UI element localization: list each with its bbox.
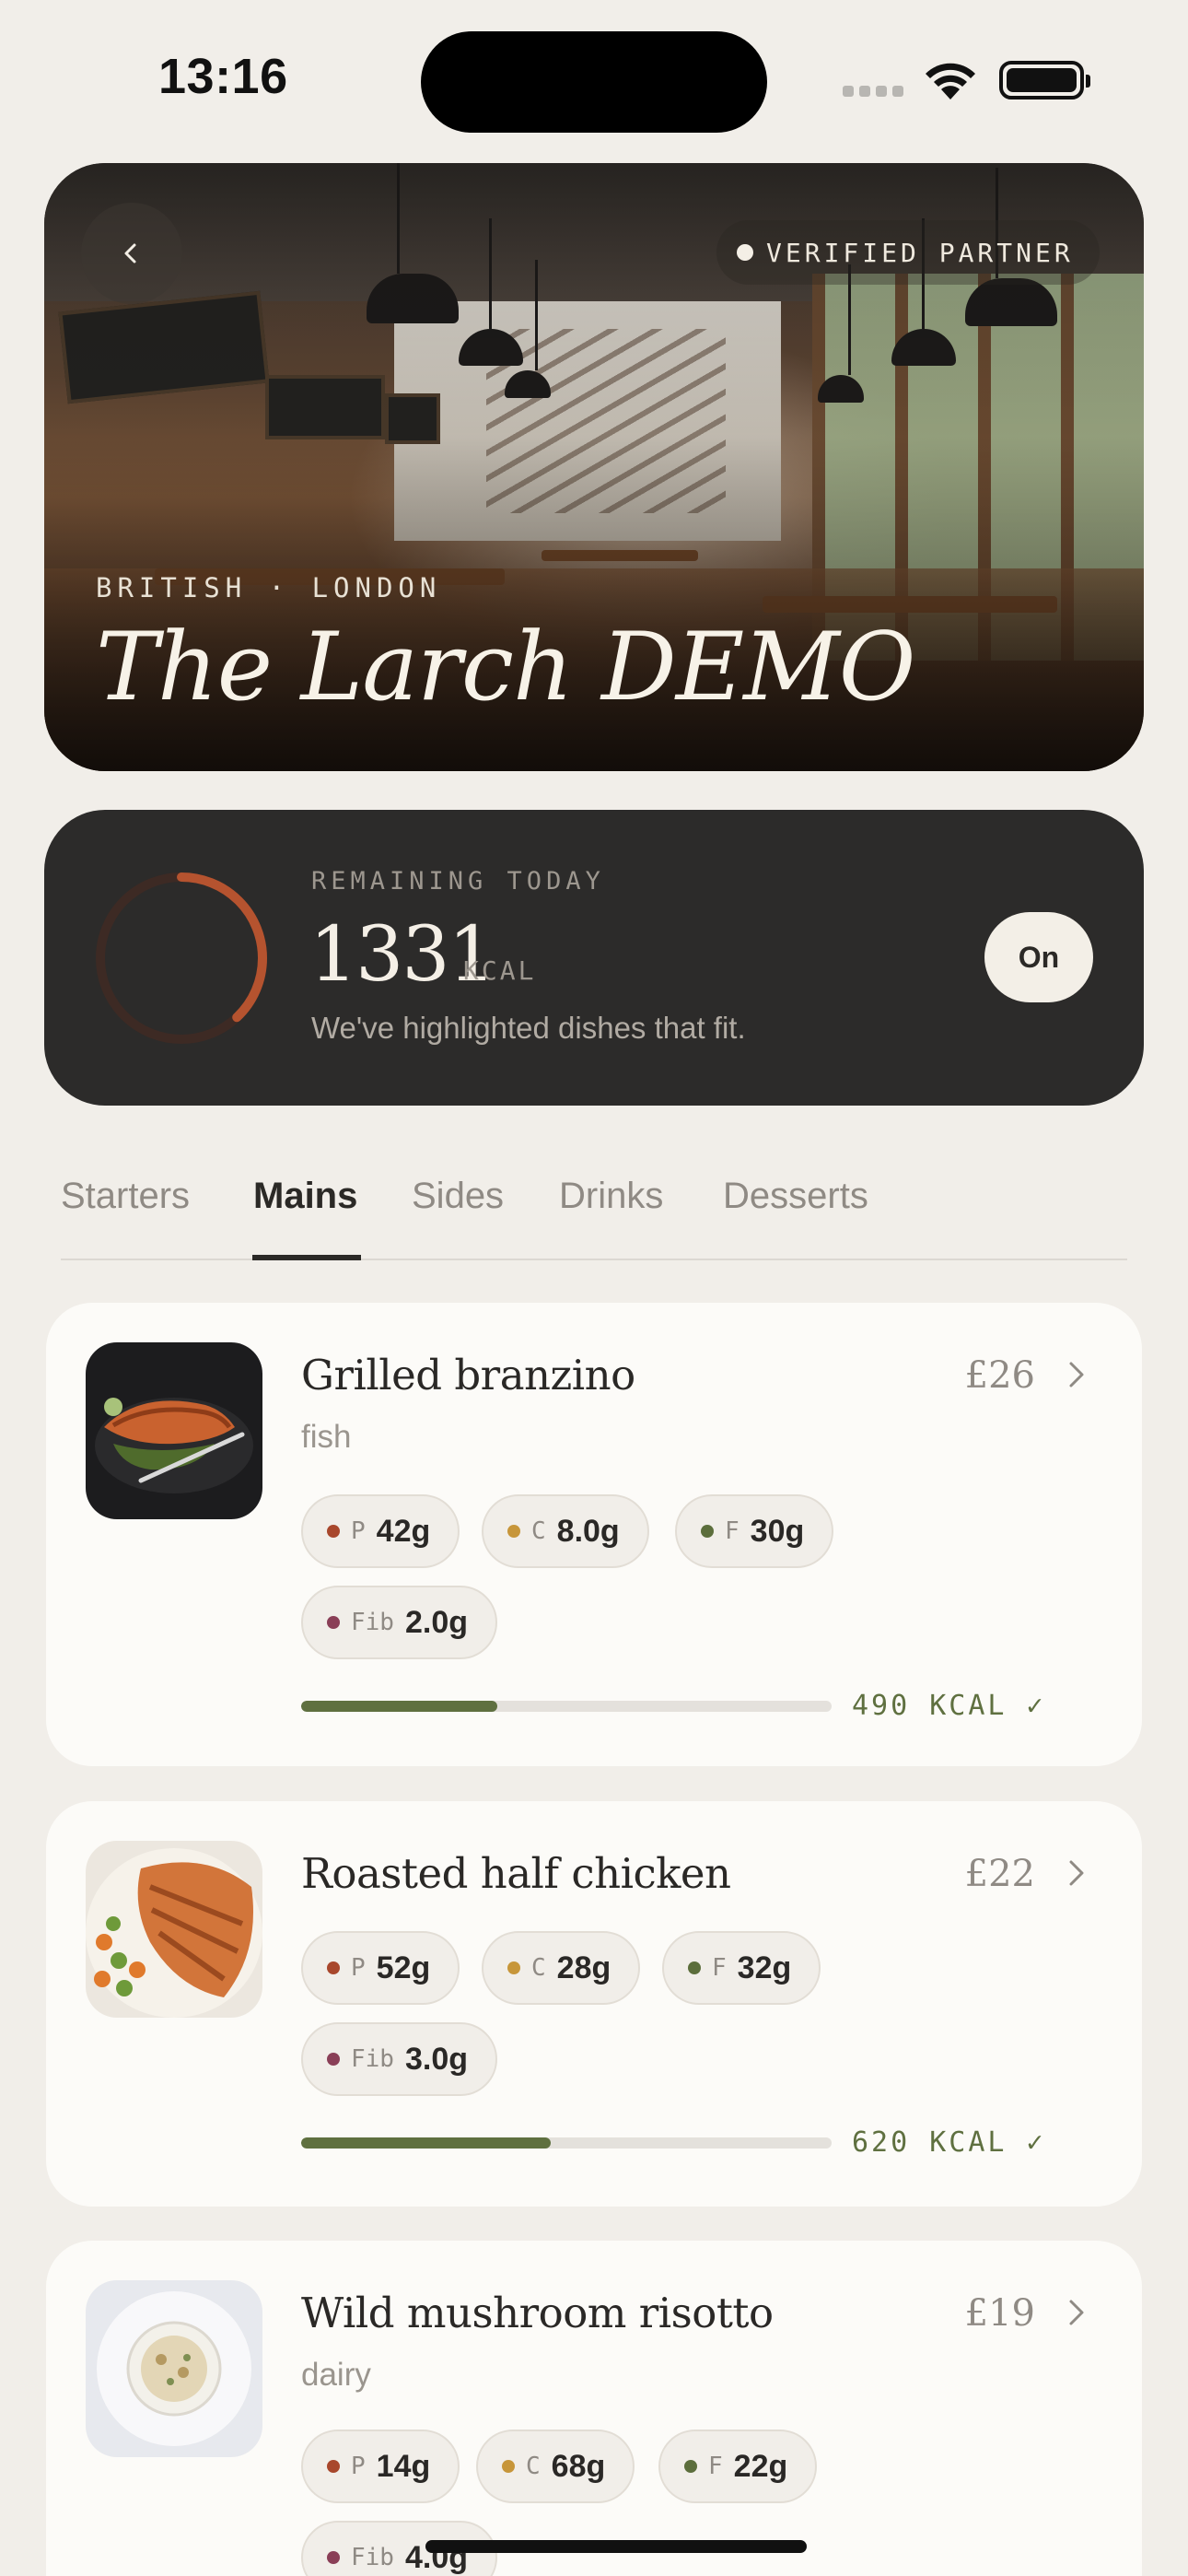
dish-tag: dairy <box>301 2357 371 2393</box>
fiber-dot-icon <box>327 1616 340 1629</box>
remaining-calories-card: REMAINING TODAY 1331 KCAL We've highligh… <box>44 810 1144 1106</box>
kcal-progress-bar <box>301 1701 832 1712</box>
dish-card-grilled-branzino[interactable]: Grilled branzino £26 fish P 42g C 8.0g F… <box>46 1303 1142 1766</box>
chip-value: 42g <box>376 1513 431 1549</box>
battery-icon <box>999 61 1090 100</box>
chip-value: 68g <box>551 2448 606 2484</box>
remaining-note: We've highlighted dishes that fit. <box>311 1011 746 1045</box>
kcal-progress-fill <box>301 1701 498 1712</box>
tab-desserts[interactable]: Desserts <box>723 1176 868 1217</box>
dot-icon <box>737 244 753 261</box>
protein-dot-icon <box>327 1525 340 1538</box>
chip-label: C <box>526 2453 541 2480</box>
carbs-dot-icon <box>507 1525 520 1538</box>
dish-price: £19 <box>964 2292 1035 2335</box>
dish-price: £22 <box>964 1853 1035 1895</box>
active-tab-indicator <box>252 1255 361 1260</box>
cuisine-location: BRITISH · LONDON <box>96 572 442 603</box>
dish-name: Roasted half chicken <box>301 1849 731 1898</box>
chip-value: 3.0g <box>404 2041 469 2077</box>
dynamic-island <box>421 31 767 133</box>
chip-label: Fib <box>351 2544 394 2571</box>
fat-dot-icon <box>701 1525 714 1538</box>
roasted-chicken-plate-icon <box>86 1841 262 2018</box>
fat-chip: F 32g <box>662 1931 821 2005</box>
fiber-chip: Fib 2.0g <box>301 1586 498 1659</box>
chip-value: 28g <box>556 1950 611 1985</box>
protein-chip: P 52g <box>301 1931 460 2005</box>
wifi-icon <box>926 63 975 100</box>
fiber-dot-icon <box>327 2053 340 2066</box>
kcal-progress-bar <box>301 2137 832 2149</box>
chip-label: Fib <box>351 1609 394 1636</box>
highlight-toggle-button[interactable]: On <box>984 912 1093 1002</box>
chip-label: P <box>351 2453 366 2480</box>
chip-label: F <box>725 1517 740 1545</box>
dish-price: £26 <box>964 1354 1035 1397</box>
dish-tag: fish <box>301 1419 352 1455</box>
tab-mains[interactable]: Mains <box>253 1176 357 1217</box>
chip-label: P <box>351 1954 366 1982</box>
chevron-right-icon <box>1069 1860 1084 1886</box>
chip-value: 2.0g <box>404 1604 469 1640</box>
chip-value: 14g <box>376 2448 431 2484</box>
tab-starters[interactable]: Starters <box>61 1176 190 1217</box>
home-indicator[interactable] <box>425 2540 807 2553</box>
calorie-ring <box>96 872 267 1044</box>
chip-label: P <box>351 1517 366 1545</box>
chip-label: C <box>531 1517 546 1545</box>
chip-label: F <box>712 1954 727 1982</box>
chip-value: 52g <box>376 1950 431 1985</box>
fat-dot-icon <box>688 1961 701 1974</box>
restaurant-name: The Larch DEMO <box>96 613 915 722</box>
chevron-left-icon <box>124 243 136 263</box>
tab-drinks[interactable]: Drinks <box>559 1176 663 1217</box>
kcal-label: 620 KCAL ✓ <box>852 2126 1046 2159</box>
kcal-label: 490 KCAL ✓ <box>852 1690 1046 1722</box>
grilled-fish-plate-icon <box>86 1342 262 1519</box>
carbs-dot-icon <box>502 2460 515 2473</box>
chip-value: 8.0g <box>556 1513 620 1549</box>
chip-value: 30g <box>750 1513 805 1549</box>
fat-chip: F 22g <box>658 2430 818 2503</box>
dish-card-roasted-half-chicken[interactable]: Roasted half chicken £22 P 52g C 28g F 3… <box>46 1801 1142 2207</box>
protein-chip: P 14g <box>301 2430 460 2503</box>
status-time: 13:16 <box>158 49 288 104</box>
fat-dot-icon <box>684 2460 697 2473</box>
carbs-chip: C 8.0g <box>482 1494 649 1568</box>
chip-label: C <box>531 1954 546 1982</box>
verified-partner-badge: VERIFIED PARTNER <box>716 220 1100 285</box>
protein-chip: P 42g <box>301 1494 460 1568</box>
carbs-dot-icon <box>507 1961 520 1974</box>
protein-dot-icon <box>327 2460 340 2473</box>
verified-partner-label: VERIFIED PARTNER <box>766 237 1074 268</box>
carbs-chip: C 68g <box>476 2430 635 2503</box>
chip-value: 22g <box>733 2448 788 2484</box>
chip-label: F <box>708 2453 723 2480</box>
category-tabs: Starters Mains Sides Drinks Desserts <box>61 1152 1127 1260</box>
chevron-right-icon <box>1069 2300 1084 2325</box>
status-bar: 13:16 <box>0 0 1188 157</box>
restaurant-hero: VERIFIED PARTNER BRITISH · LONDON The La… <box>44 163 1144 771</box>
fiber-dot-icon <box>327 2551 340 2564</box>
risotto-bowl-icon <box>86 2280 262 2457</box>
dish-name: Wild mushroom risotto <box>301 2289 774 2337</box>
carbs-chip: C 28g <box>482 1931 641 2005</box>
cellular-signal-icon <box>843 86 903 97</box>
chip-label: Fib <box>351 2045 394 2073</box>
fat-chip: F 30g <box>675 1494 834 1568</box>
chevron-right-icon <box>1069 1362 1084 1388</box>
protein-dot-icon <box>327 1961 340 1974</box>
remaining-label: REMAINING TODAY <box>311 867 605 896</box>
fiber-chip: Fib 3.0g <box>301 2022 498 2096</box>
chip-value: 32g <box>737 1950 792 1985</box>
back-button[interactable] <box>81 203 182 304</box>
remaining-unit: KCAL <box>463 955 537 986</box>
dish-name: Grilled branzino <box>301 1351 635 1399</box>
tab-sides[interactable]: Sides <box>412 1176 504 1217</box>
dish-card-wild-mushroom-risotto[interactable]: Wild mushroom risotto £19 dairy P 14g C … <box>46 2241 1142 2576</box>
kcal-progress-fill <box>301 2137 551 2149</box>
